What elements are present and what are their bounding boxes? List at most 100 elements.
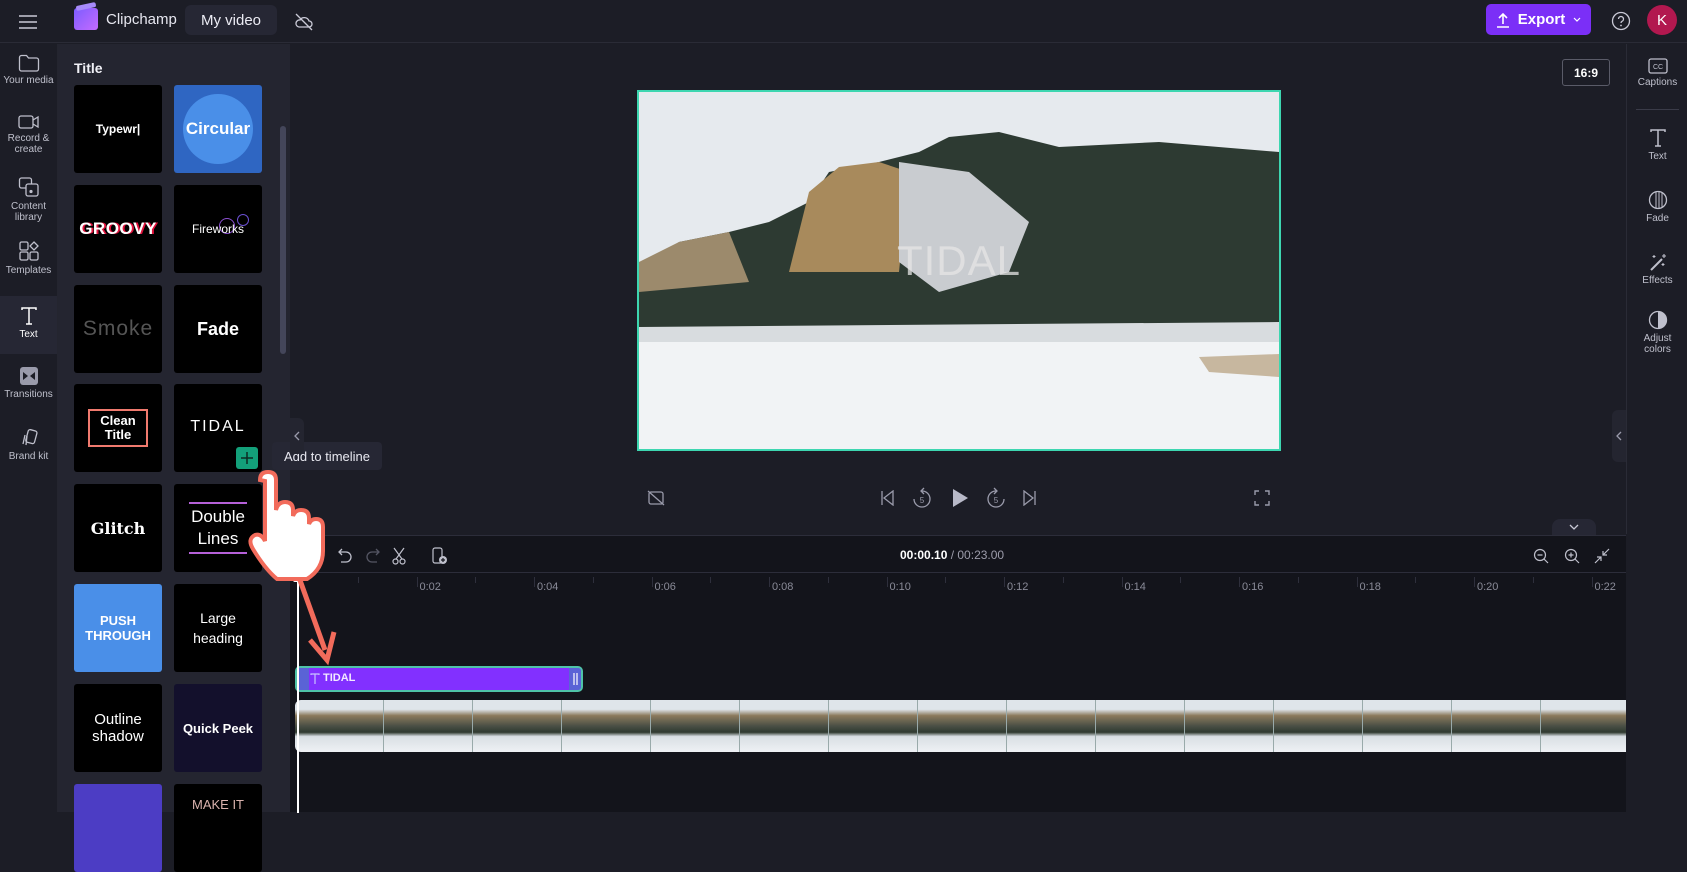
sidebar-item-text[interactable]: Text bbox=[0, 296, 57, 354]
fullscreen-icon[interactable] bbox=[1251, 487, 1273, 509]
video-thumbnail bbox=[1185, 700, 1274, 752]
title-tile-make-it[interactable]: MAKE IT bbox=[174, 784, 262, 872]
export-label: Export bbox=[1517, 11, 1566, 28]
sidebar-item-your-media[interactable]: Your media bbox=[0, 54, 57, 104]
redo-icon[interactable] bbox=[363, 546, 383, 566]
ruler-tick bbox=[416, 577, 418, 587]
sidebar-item-text[interactable]: Text bbox=[1627, 128, 1687, 162]
effects-icon bbox=[1649, 254, 1666, 271]
sidebar-item-transitions[interactable]: Transitions bbox=[0, 366, 57, 416]
forward-5s-icon[interactable]: 5 bbox=[984, 486, 1008, 510]
video-thumbnail bbox=[1452, 700, 1541, 752]
zoom-out-icon[interactable] bbox=[1530, 545, 1552, 567]
timeline-ruler[interactable]: 0:02 0:04 0:06 0:08 0:10 0:12 0:14 0:16 0:18 0:20… bbox=[290, 572, 1626, 602]
sidebar-item-fade[interactable]: Fade bbox=[1627, 190, 1687, 224]
sidebar-item-effects[interactable]: Effects bbox=[1627, 252, 1687, 286]
project-title-input[interactable]: My video bbox=[185, 5, 277, 35]
clip-trim-handle-right[interactable] bbox=[569, 668, 581, 690]
video-clip[interactable] bbox=[295, 700, 1626, 752]
title-tile-glitch[interactable]: Glitch bbox=[74, 484, 162, 572]
panel-scrollbar[interactable] bbox=[280, 126, 286, 354]
ruler-tick bbox=[651, 577, 653, 587]
title-tile-outline-shadow[interactable]: Outline shadow bbox=[74, 684, 162, 772]
ruler-tick bbox=[1474, 577, 1475, 587]
title-tile-quick-peek[interactable]: Quick Peek bbox=[174, 684, 262, 772]
clipchamp-logo-icon bbox=[74, 8, 98, 30]
sidebar-item-label: Fade bbox=[1646, 213, 1669, 224]
title-tile-smoke[interactable]: Smoke bbox=[74, 285, 162, 373]
panel-section-title: Title bbox=[74, 60, 103, 76]
ruler-tick bbox=[1004, 577, 1005, 587]
title-tile-push-through[interactable]: PUSH THROUGH bbox=[74, 584, 162, 672]
sidebar-item-label: Effects bbox=[1642, 275, 1673, 286]
video-thumbnail bbox=[1274, 700, 1363, 752]
fit-to-timeline-icon[interactable] bbox=[1591, 545, 1613, 567]
sidebar-item-label: Templates bbox=[5, 265, 52, 276]
ruler-minor-tick bbox=[1180, 577, 1182, 583]
video-preview[interactable]: TIDAL bbox=[637, 90, 1281, 451]
video-thumbnail bbox=[1541, 700, 1626, 752]
chevron-down-icon bbox=[1569, 524, 1579, 530]
user-avatar[interactable]: K bbox=[1647, 5, 1677, 35]
timeline-right-gutter bbox=[1626, 535, 1687, 812]
svg-text:5: 5 bbox=[994, 496, 999, 505]
skip-to-end-icon[interactable] bbox=[1019, 487, 1041, 509]
app-name: Clipchamp bbox=[106, 10, 177, 28]
sidebar-item-templates[interactable]: Templates bbox=[0, 240, 57, 290]
ruler-tick bbox=[1239, 577, 1240, 587]
divider bbox=[1636, 109, 1679, 110]
zoom-in-icon[interactable] bbox=[1561, 545, 1583, 567]
sidebar-item-record-create[interactable]: Record & create bbox=[0, 114, 57, 174]
add-to-timeline-button[interactable] bbox=[236, 447, 258, 469]
sidebar-item-label: Record & create bbox=[7, 133, 50, 155]
ruler-minor-tick bbox=[592, 577, 594, 583]
skip-to-start-icon[interactable] bbox=[876, 487, 898, 509]
brand-kit-icon bbox=[21, 428, 38, 446]
collapse-panel-button[interactable] bbox=[290, 418, 304, 454]
captions-off-icon[interactable] bbox=[645, 487, 667, 509]
chevron-left-icon bbox=[294, 431, 300, 441]
sidebar-item-captions[interactable]: CC Captions bbox=[1627, 58, 1687, 88]
total-time: / 00:23.00 bbox=[950, 548, 1005, 562]
sidebar-item-label: Brand kit bbox=[8, 451, 49, 462]
title-tile-circular[interactable]: Circular bbox=[174, 85, 262, 173]
ruler-tick bbox=[534, 577, 535, 587]
ruler-tick-label: 0:22 bbox=[1594, 581, 1616, 593]
plus-icon bbox=[241, 452, 253, 464]
sidebar-item-brand-kit[interactable]: Brand kit bbox=[0, 428, 57, 478]
export-button[interactable]: Export bbox=[1486, 4, 1591, 35]
tile-label: Typewr| bbox=[95, 122, 141, 136]
add-media-clip-icon[interactable] bbox=[430, 546, 450, 566]
hamburger-menu-icon[interactable] bbox=[14, 8, 42, 36]
tile-label: Fade bbox=[196, 318, 239, 339]
ruler-tick-label: 0:06 bbox=[654, 581, 676, 593]
title-tile-purple[interactable] bbox=[74, 784, 162, 872]
rewind-5s-icon[interactable]: 5 bbox=[910, 486, 934, 510]
cloud-sync-off-icon[interactable] bbox=[290, 8, 318, 36]
sidebar-item-label: Captions bbox=[1637, 77, 1678, 88]
title-tile-clean-title[interactable]: Clean Title bbox=[74, 384, 162, 472]
expand-properties-button[interactable] bbox=[1612, 410, 1626, 462]
title-tile-fade[interactable]: Fade bbox=[174, 285, 262, 373]
video-thumbnail bbox=[384, 700, 473, 752]
collapse-timeline-button[interactable] bbox=[1552, 519, 1596, 535]
ruler-tick-label: 0:14 bbox=[1124, 581, 1146, 593]
title-tile-fireworks[interactable]: Fireworks bbox=[174, 185, 262, 273]
current-time: 00:00.10 bbox=[900, 548, 948, 562]
ruler-tick bbox=[1121, 577, 1123, 587]
ruler-minor-tick bbox=[1415, 577, 1417, 583]
tile-label: PUSH THROUGH bbox=[85, 613, 151, 643]
title-tile-groovy[interactable]: GROOVY bbox=[74, 185, 162, 273]
tile-label: Clean Title bbox=[88, 409, 148, 447]
help-icon[interactable] bbox=[1608, 8, 1634, 34]
play-button[interactable] bbox=[947, 484, 973, 512]
aspect-ratio-button[interactable]: 16:9 bbox=[1562, 59, 1610, 86]
video-thumbnail bbox=[1363, 700, 1452, 752]
split-scissors-icon[interactable] bbox=[389, 546, 409, 566]
preview-overlay-text[interactable]: TIDAL bbox=[639, 92, 1279, 449]
title-tile-typewriter[interactable]: Typewr| bbox=[74, 85, 162, 173]
tile-label: Quick Peek bbox=[182, 720, 254, 736]
sidebar-item-content-library[interactable]: Content library bbox=[0, 176, 57, 236]
sidebar-item-adjust-colors[interactable]: Adjust colors bbox=[1627, 310, 1687, 355]
tile-label: Outline shadow bbox=[92, 711, 144, 745]
